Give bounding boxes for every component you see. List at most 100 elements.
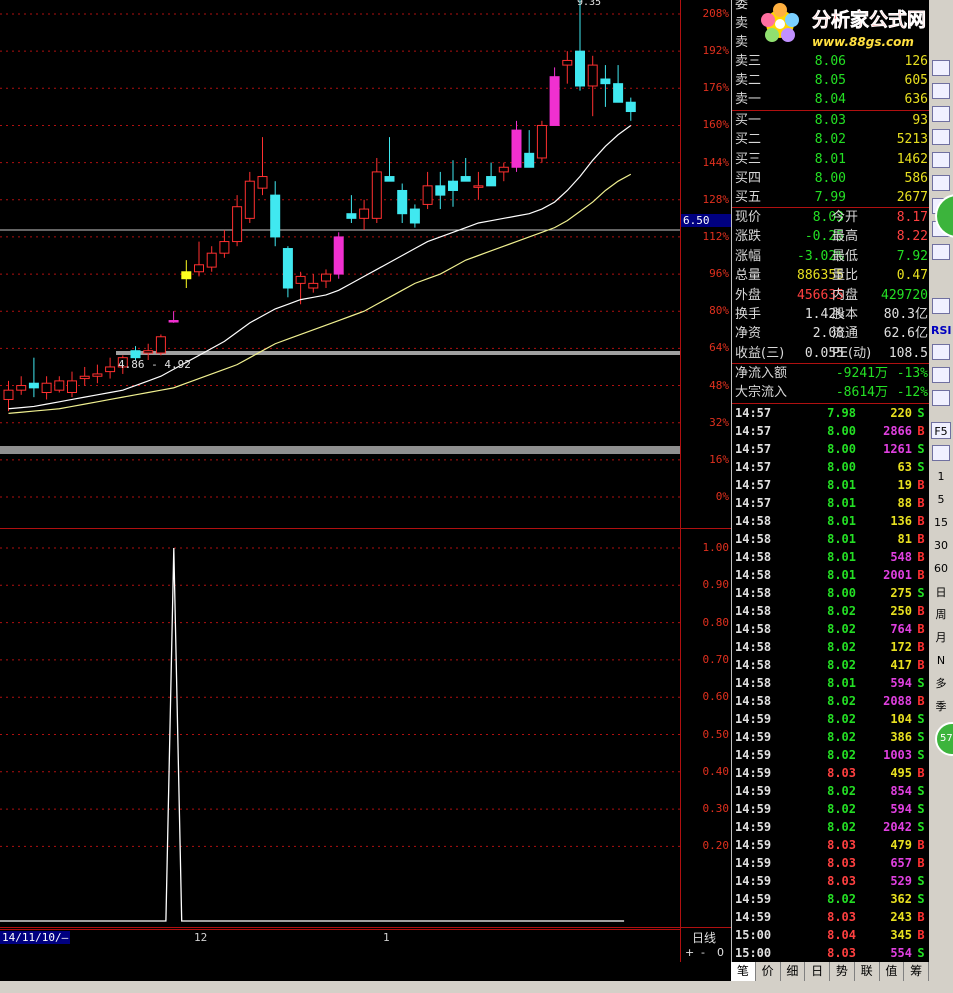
candle-body[interactable] xyxy=(168,320,179,323)
pen-icon[interactable] xyxy=(932,390,950,406)
candle-body[interactable] xyxy=(473,185,484,188)
candle-body[interactable] xyxy=(511,129,522,168)
candle-body[interactable] xyxy=(371,171,382,219)
period-30min[interactable]: 30 xyxy=(931,537,951,554)
period-day[interactable]: 日 xyxy=(931,584,951,601)
candle-body[interactable] xyxy=(92,373,103,377)
period-15min[interactable]: 15 xyxy=(931,514,951,531)
candle-body[interactable] xyxy=(397,189,408,215)
candle-body[interactable] xyxy=(28,382,39,389)
candle-body[interactable] xyxy=(536,124,547,159)
count-badge[interactable]: 57 xyxy=(935,722,953,756)
candle-body[interactable] xyxy=(575,50,585,87)
candle-body[interactable] xyxy=(384,176,395,182)
zoom-out-button[interactable]: - xyxy=(701,946,705,959)
candle-body[interactable] xyxy=(282,248,293,289)
panel-tab[interactable]: 联 xyxy=(855,962,880,981)
candle-body[interactable] xyxy=(16,385,27,391)
candle-body[interactable] xyxy=(359,208,370,219)
candle-body[interactable] xyxy=(460,176,471,182)
period-5min[interactable]: 5 xyxy=(931,491,951,508)
bid-row[interactable]: 买二 8.02 5213 xyxy=(732,130,930,149)
bar-icon[interactable] xyxy=(932,129,950,145)
panel-tab[interactable]: 笔 xyxy=(731,962,756,981)
tick-row: 14:58 8.02 172 B xyxy=(732,638,930,656)
report-icon[interactable] xyxy=(932,175,950,191)
candle-body[interactable] xyxy=(321,273,331,282)
candle-body[interactable] xyxy=(219,241,230,254)
dollar-icon[interactable] xyxy=(932,344,950,360)
candle-body[interactable] xyxy=(155,336,166,354)
period-label[interactable]: 日线 xyxy=(692,929,716,946)
panel-tab[interactable]: 细 xyxy=(781,962,806,981)
tick-price: 8.03 xyxy=(827,838,856,852)
candle-body[interactable] xyxy=(130,350,141,359)
compass-icon[interactable] xyxy=(932,244,950,260)
candle-body[interactable] xyxy=(498,166,509,173)
period-month[interactable]: 月 xyxy=(931,629,951,646)
candle-body[interactable] xyxy=(181,271,192,280)
grid-icon[interactable] xyxy=(932,60,950,76)
refresh-icon[interactable] xyxy=(932,445,950,461)
candle-body[interactable] xyxy=(206,252,217,268)
candle-body[interactable] xyxy=(244,180,255,219)
period-week[interactable]: 周 xyxy=(931,606,951,623)
candle-body[interactable] xyxy=(232,206,243,243)
zoom-reset-button[interactable]: 0 xyxy=(717,946,724,959)
candle-icon[interactable] xyxy=(932,106,950,122)
panel-tab[interactable]: 值 xyxy=(880,962,905,981)
candle-body[interactable] xyxy=(549,76,560,126)
rsi-button[interactable]: RSI xyxy=(931,322,952,339)
finance-icon[interactable] xyxy=(932,152,950,168)
candle-body[interactable] xyxy=(308,282,319,289)
ask-row[interactable]: 卖三 8.06 126 xyxy=(732,52,930,71)
indicator-axis-tick: 0.50 xyxy=(702,727,730,741)
bid-row[interactable]: 买四 8.00 586 xyxy=(732,169,930,188)
period-n[interactable]: N xyxy=(931,652,951,669)
period-quarter[interactable]: 季 xyxy=(931,698,951,715)
candle-body[interactable] xyxy=(194,264,204,273)
period-60min[interactable]: 60 xyxy=(931,560,951,577)
period-multi[interactable]: 多 xyxy=(931,675,951,692)
f5-button[interactable]: F5 xyxy=(931,422,951,439)
panel-tab[interactable]: 日 xyxy=(805,962,830,981)
candle-body[interactable] xyxy=(600,78,611,85)
tick-price: 8.02 xyxy=(827,820,856,834)
ask-row[interactable]: 卖二 8.05 605 xyxy=(732,71,930,90)
panel-tab[interactable]: 筹 xyxy=(904,962,929,981)
line-chart-icon[interactable] xyxy=(932,83,950,99)
candle-body[interactable] xyxy=(67,380,77,394)
candle-body[interactable] xyxy=(3,389,14,400)
candle-body[interactable] xyxy=(409,208,420,224)
candle-body[interactable] xyxy=(346,213,357,219)
zoom-in-button[interactable]: + xyxy=(685,946,694,959)
candle-body[interactable] xyxy=(257,176,268,189)
candle-body[interactable] xyxy=(295,275,306,284)
candle-body[interactable] xyxy=(625,101,636,113)
candle-body[interactable] xyxy=(613,83,624,103)
candle-body[interactable] xyxy=(562,59,573,66)
trend-icon[interactable] xyxy=(932,298,950,314)
candle-body[interactable] xyxy=(41,382,52,394)
candle-body[interactable] xyxy=(54,380,65,391)
candle-body[interactable] xyxy=(524,152,535,168)
bid-row[interactable]: 买五 7.99 2677 xyxy=(732,188,930,207)
candle-body[interactable] xyxy=(435,185,446,196)
candle-body[interactable] xyxy=(587,64,598,87)
candle-body[interactable] xyxy=(270,194,281,238)
panel-tab[interactable]: 价 xyxy=(756,962,781,981)
bid-row[interactable]: 买三 8.01 1462 xyxy=(732,150,930,169)
candle-body[interactable] xyxy=(105,366,116,373)
candle-body[interactable] xyxy=(333,236,344,275)
move-icon[interactable] xyxy=(932,367,950,383)
period-1min[interactable]: 1 xyxy=(931,468,951,485)
candlestick-chart[interactable]: 4.86 - 4.92 9.35 xyxy=(0,0,680,528)
candle-body[interactable] xyxy=(79,375,90,380)
candle-body[interactable] xyxy=(486,176,497,187)
panel-tab[interactable]: 势 xyxy=(830,962,855,981)
candle-body[interactable] xyxy=(143,350,154,354)
candle-body[interactable] xyxy=(448,180,458,191)
ask-row[interactable]: 卖一 8.04 636 xyxy=(732,90,930,109)
candle-body[interactable] xyxy=(422,185,433,205)
bid-row[interactable]: 买一 8.03 93 xyxy=(732,111,930,130)
